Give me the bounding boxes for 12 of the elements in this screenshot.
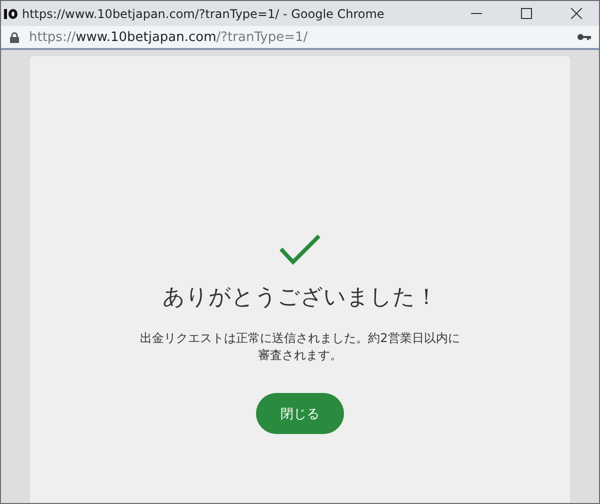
logo-icon xyxy=(4,8,18,20)
window-title: https://www.10betjapan.com/?tranType=1/ - Google Chrome xyxy=(22,6,386,20)
maximize-icon xyxy=(520,8,532,19)
lock-icon xyxy=(10,32,19,42)
key-icon[interactable] xyxy=(577,33,591,41)
address-bar[interactable]: https://www.10betjapan.com/?tranType=1/ xyxy=(1,26,599,50)
url-text: https://www.10betjapan.com/?tranType=1/ xyxy=(29,30,309,44)
checkmark-icon xyxy=(279,234,321,266)
close-icon xyxy=(570,8,582,19)
dialog-heading: ありがとうございました！ xyxy=(162,284,438,312)
dialog-message: 出金リクエストは正常に送信されました。約2営業日以内に審査されます。 xyxy=(139,330,461,364)
close-dialog-button[interactable]: 閉じる xyxy=(256,393,344,434)
